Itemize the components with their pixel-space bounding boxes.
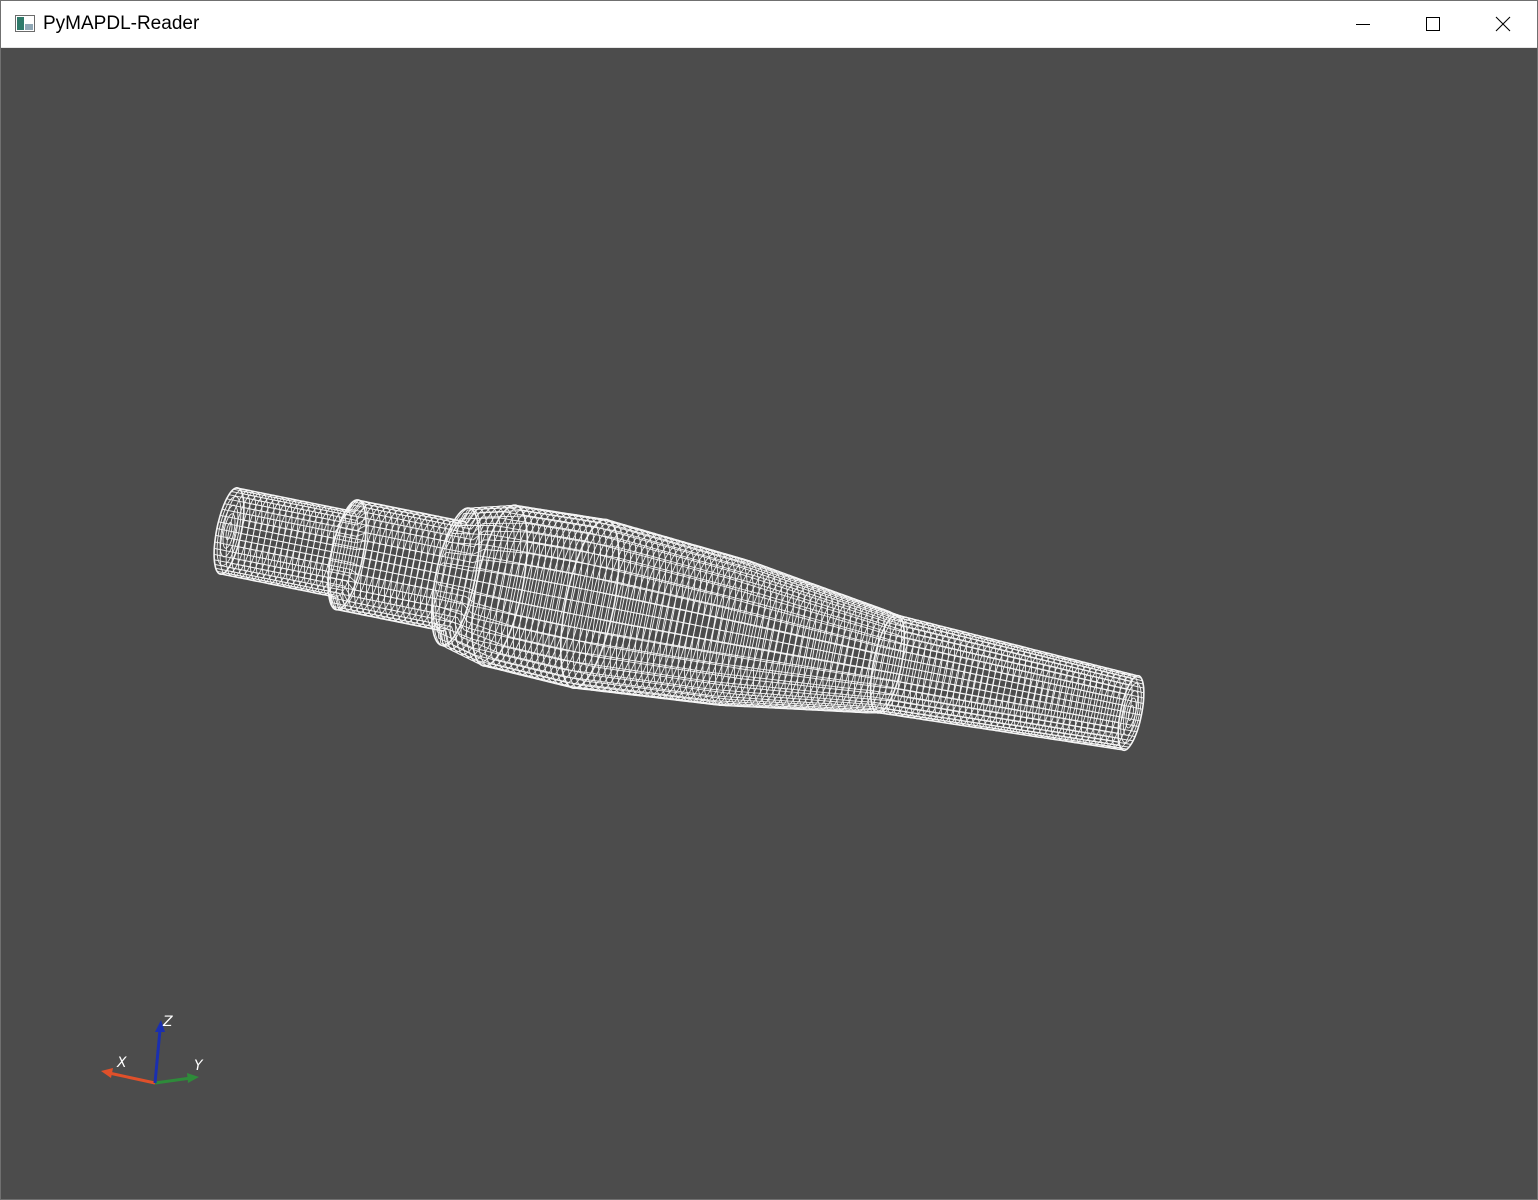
wireframe-mesh[interactable] xyxy=(1,48,1537,1199)
window-title: PyMAPDL-Reader xyxy=(43,13,200,34)
close-button[interactable] xyxy=(1468,1,1537,47)
orientation-axes-widget: X Y Z xyxy=(101,1014,204,1085)
z-axis-line xyxy=(153,1029,162,1084)
app-icon xyxy=(15,15,35,32)
minimize-button[interactable] xyxy=(1328,1,1398,47)
y-axis-line xyxy=(154,1076,192,1085)
title-bar[interactable]: PyMAPDL-Reader xyxy=(1,1,1537,48)
maximize-icon xyxy=(1426,17,1440,31)
y-axis-label: Y xyxy=(194,1058,204,1074)
close-icon xyxy=(1495,16,1511,32)
x-axis-line xyxy=(108,1071,156,1085)
x-axis-arrow xyxy=(101,1068,113,1078)
y-axis-arrow xyxy=(187,1073,199,1083)
minimize-icon xyxy=(1356,24,1370,25)
mesh-lines xyxy=(213,486,1145,752)
render-viewport[interactable]: X Y Z xyxy=(1,48,1537,1199)
application-window: PyMAPDL-Reader X Y Z xyxy=(0,0,1538,1200)
z-axis-label: Z xyxy=(162,1014,173,1030)
maximize-button[interactable] xyxy=(1398,1,1468,47)
x-axis-label: X xyxy=(116,1055,127,1071)
